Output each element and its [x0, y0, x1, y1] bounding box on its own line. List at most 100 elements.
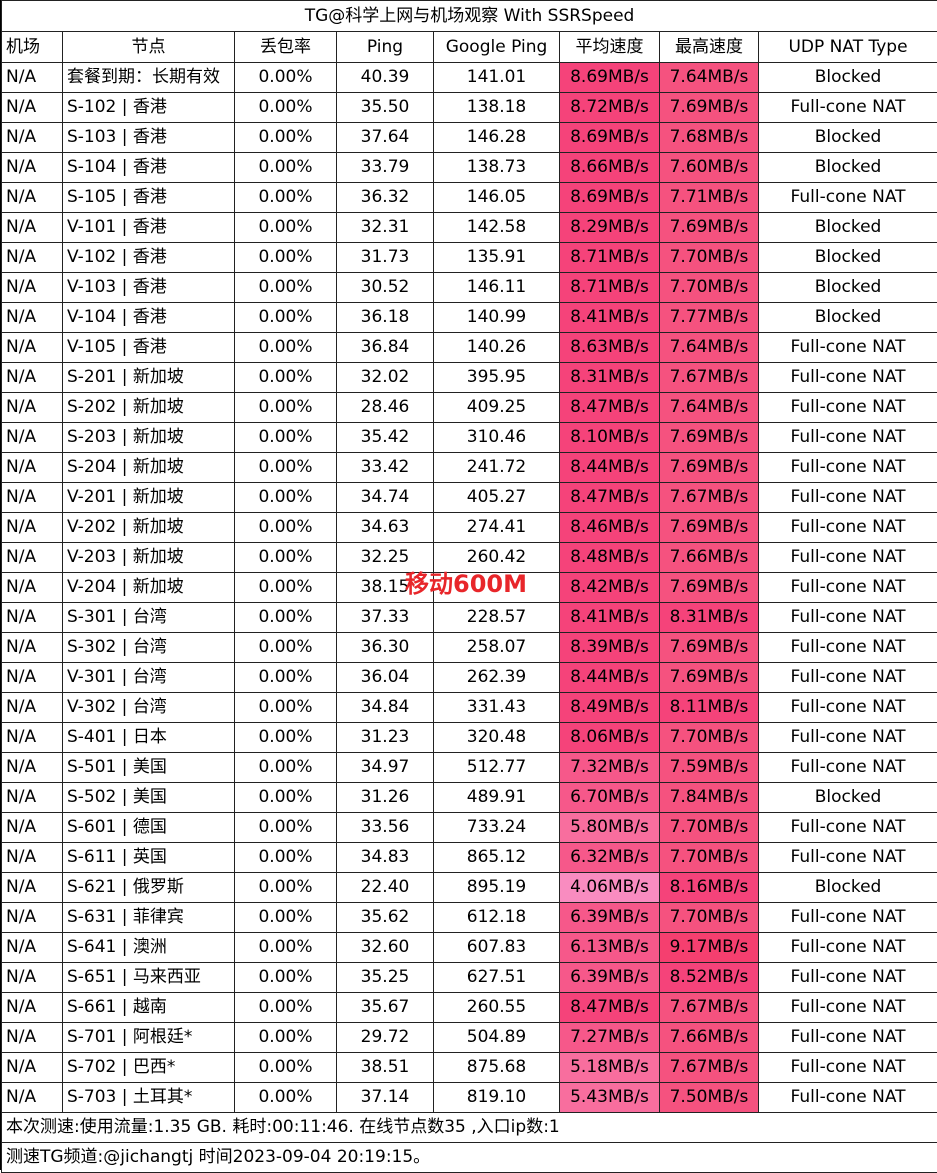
cell-max-speed: 7.70MB/s [660, 843, 759, 873]
cell-ping: 30.52 [337, 273, 434, 303]
cell-ping: 40.39 [337, 63, 434, 93]
cell-loss: 0.00% [235, 243, 337, 273]
cell-loss: 0.00% [235, 363, 337, 393]
cell-avg-speed: 8.71MB/s [560, 243, 660, 273]
footer-row-1: 本次测速:使用流量:1.35 GB. 耗时:00:11:46. 在线节点数35 … [2, 1113, 937, 1143]
cell-google-ping: 258.07 [434, 633, 560, 663]
cell-airport: N/A [2, 153, 63, 183]
cell-loss: 0.00% [235, 393, 337, 423]
cell-udp-nat-type: Blocked [759, 153, 937, 183]
header-ping: Ping [337, 32, 434, 63]
table-row: N/AS-105 | 香港0.00%36.32146.058.69MB/s7.7… [2, 183, 937, 213]
cell-node: S-702 | 巴西* [63, 1053, 235, 1083]
cell-google-ping: 142.58 [434, 213, 560, 243]
speedtest-table: TG@科学上网与机场观察 With SSRSpeed 机场 节点 丢包率 Pin… [1, 0, 937, 1173]
cell-avg-speed: 8.39MB/s [560, 633, 660, 663]
table-row: N/AV-201 | 新加坡0.00%34.74405.278.47MB/s7.… [2, 483, 937, 513]
cell-airport: N/A [2, 393, 63, 423]
cell-loss: 0.00% [235, 213, 337, 243]
cell-loss: 0.00% [235, 933, 337, 963]
cell-max-speed: 7.69MB/s [660, 663, 759, 693]
cell-loss: 0.00% [235, 513, 337, 543]
cell-udp-nat-type: Full-cone NAT [759, 963, 937, 993]
cell-google-ping: 310.46 [434, 423, 560, 453]
cell-avg-speed: 7.32MB/s [560, 753, 660, 783]
cell-loss: 0.00% [235, 453, 337, 483]
cell-ping: 34.97 [337, 753, 434, 783]
cell-udp-nat-type: Full-cone NAT [759, 543, 937, 573]
cell-ping: 32.31 [337, 213, 434, 243]
cell-loss: 0.00% [235, 1083, 337, 1113]
cell-avg-speed: 8.63MB/s [560, 333, 660, 363]
cell-avg-speed: 6.39MB/s [560, 963, 660, 993]
speedtest-table-image: TG@科学上网与机场观察 With SSRSpeed 机场 节点 丢包率 Pin… [0, 0, 937, 1170]
table-row: N/AV-202 | 新加坡0.00%34.63274.418.46MB/s7.… [2, 513, 937, 543]
cell-google-ping: 612.18 [434, 903, 560, 933]
cell-udp-nat-type: Full-cone NAT [759, 993, 937, 1023]
cell-avg-speed: 8.47MB/s [560, 393, 660, 423]
cell-udp-nat-type: Full-cone NAT [759, 363, 937, 393]
cell-max-speed: 7.67MB/s [660, 363, 759, 393]
cell-udp-nat-type: Blocked [759, 213, 937, 243]
table-row: N/AS-203 | 新加坡0.00%35.42310.468.10MB/s7.… [2, 423, 937, 453]
cell-ping: 33.42 [337, 453, 434, 483]
cell-airport: N/A [2, 123, 63, 153]
cell-loss: 0.00% [235, 93, 337, 123]
cell-loss: 0.00% [235, 63, 337, 93]
table-row: N/AS-621 | 俄罗斯0.00%22.40895.194.06MB/s8.… [2, 873, 937, 903]
cell-node: V-201 | 新加坡 [63, 483, 235, 513]
cell-max-speed: 7.69MB/s [660, 513, 759, 543]
cell-loss: 0.00% [235, 873, 337, 903]
cell-avg-speed: 4.06MB/s [560, 873, 660, 903]
cell-node: 套餐到期：长期有效 [63, 63, 235, 93]
cell-loss: 0.00% [235, 903, 337, 933]
cell-airport: N/A [2, 333, 63, 363]
cell-node: V-301 | 台湾 [63, 663, 235, 693]
cell-node: S-703 | 土耳其* [63, 1083, 235, 1113]
cell-avg-speed: 7.27MB/s [560, 1023, 660, 1053]
cell-airport: N/A [2, 423, 63, 453]
cell-avg-speed: 8.29MB/s [560, 213, 660, 243]
cell-loss: 0.00% [235, 123, 337, 153]
cell-ping: 38.51 [337, 1053, 434, 1083]
cell-ping: 35.62 [337, 903, 434, 933]
cell-udp-nat-type: Full-cone NAT [759, 1083, 937, 1113]
table-row: N/AS-661 | 越南0.00%35.67260.558.47MB/s7.6… [2, 993, 937, 1023]
cell-google-ping: 141.01 [434, 63, 560, 93]
cell-udp-nat-type: Full-cone NAT [759, 813, 937, 843]
cell-avg-speed: 5.80MB/s [560, 813, 660, 843]
cell-udp-nat-type: Full-cone NAT [759, 423, 937, 453]
cell-udp-nat-type: Full-cone NAT [759, 513, 937, 543]
cell-airport: N/A [2, 933, 63, 963]
cell-node: V-105 | 香港 [63, 333, 235, 363]
cell-node: S-202 | 新加坡 [63, 393, 235, 423]
cell-ping: 22.40 [337, 873, 434, 903]
cell-avg-speed: 6.32MB/s [560, 843, 660, 873]
cell-udp-nat-type: Full-cone NAT [759, 1053, 937, 1083]
cell-avg-speed: 8.31MB/s [560, 363, 660, 393]
cell-avg-speed: 8.69MB/s [560, 183, 660, 213]
cell-ping: 36.30 [337, 633, 434, 663]
cell-udp-nat-type: Full-cone NAT [759, 633, 937, 663]
cell-ping: 33.79 [337, 153, 434, 183]
cell-ping: 36.32 [337, 183, 434, 213]
cell-airport: N/A [2, 753, 63, 783]
cell-max-speed: 7.71MB/s [660, 183, 759, 213]
cell-airport: N/A [2, 243, 63, 273]
cell-ping: 36.18 [337, 303, 434, 333]
cell-max-speed: 7.77MB/s [660, 303, 759, 333]
cell-airport: N/A [2, 813, 63, 843]
cell-ping: 38.15 [337, 573, 434, 603]
cell-loss: 0.00% [235, 273, 337, 303]
cell-airport: N/A [2, 663, 63, 693]
cell-google-ping: 627.51 [434, 963, 560, 993]
cell-airport: N/A [2, 513, 63, 543]
table-row: N/AS-651 | 马来西亚0.00%35.25627.516.39MB/s8… [2, 963, 937, 993]
cell-google-ping: 140.99 [434, 303, 560, 333]
cell-node: V-103 | 香港 [63, 273, 235, 303]
cell-airport: N/A [2, 963, 63, 993]
table-row: N/AS-204 | 新加坡0.00%33.42241.728.44MB/s7.… [2, 453, 937, 483]
cell-node: S-661 | 越南 [63, 993, 235, 1023]
cell-udp-nat-type: Full-cone NAT [759, 573, 937, 603]
cell-avg-speed: 6.39MB/s [560, 903, 660, 933]
